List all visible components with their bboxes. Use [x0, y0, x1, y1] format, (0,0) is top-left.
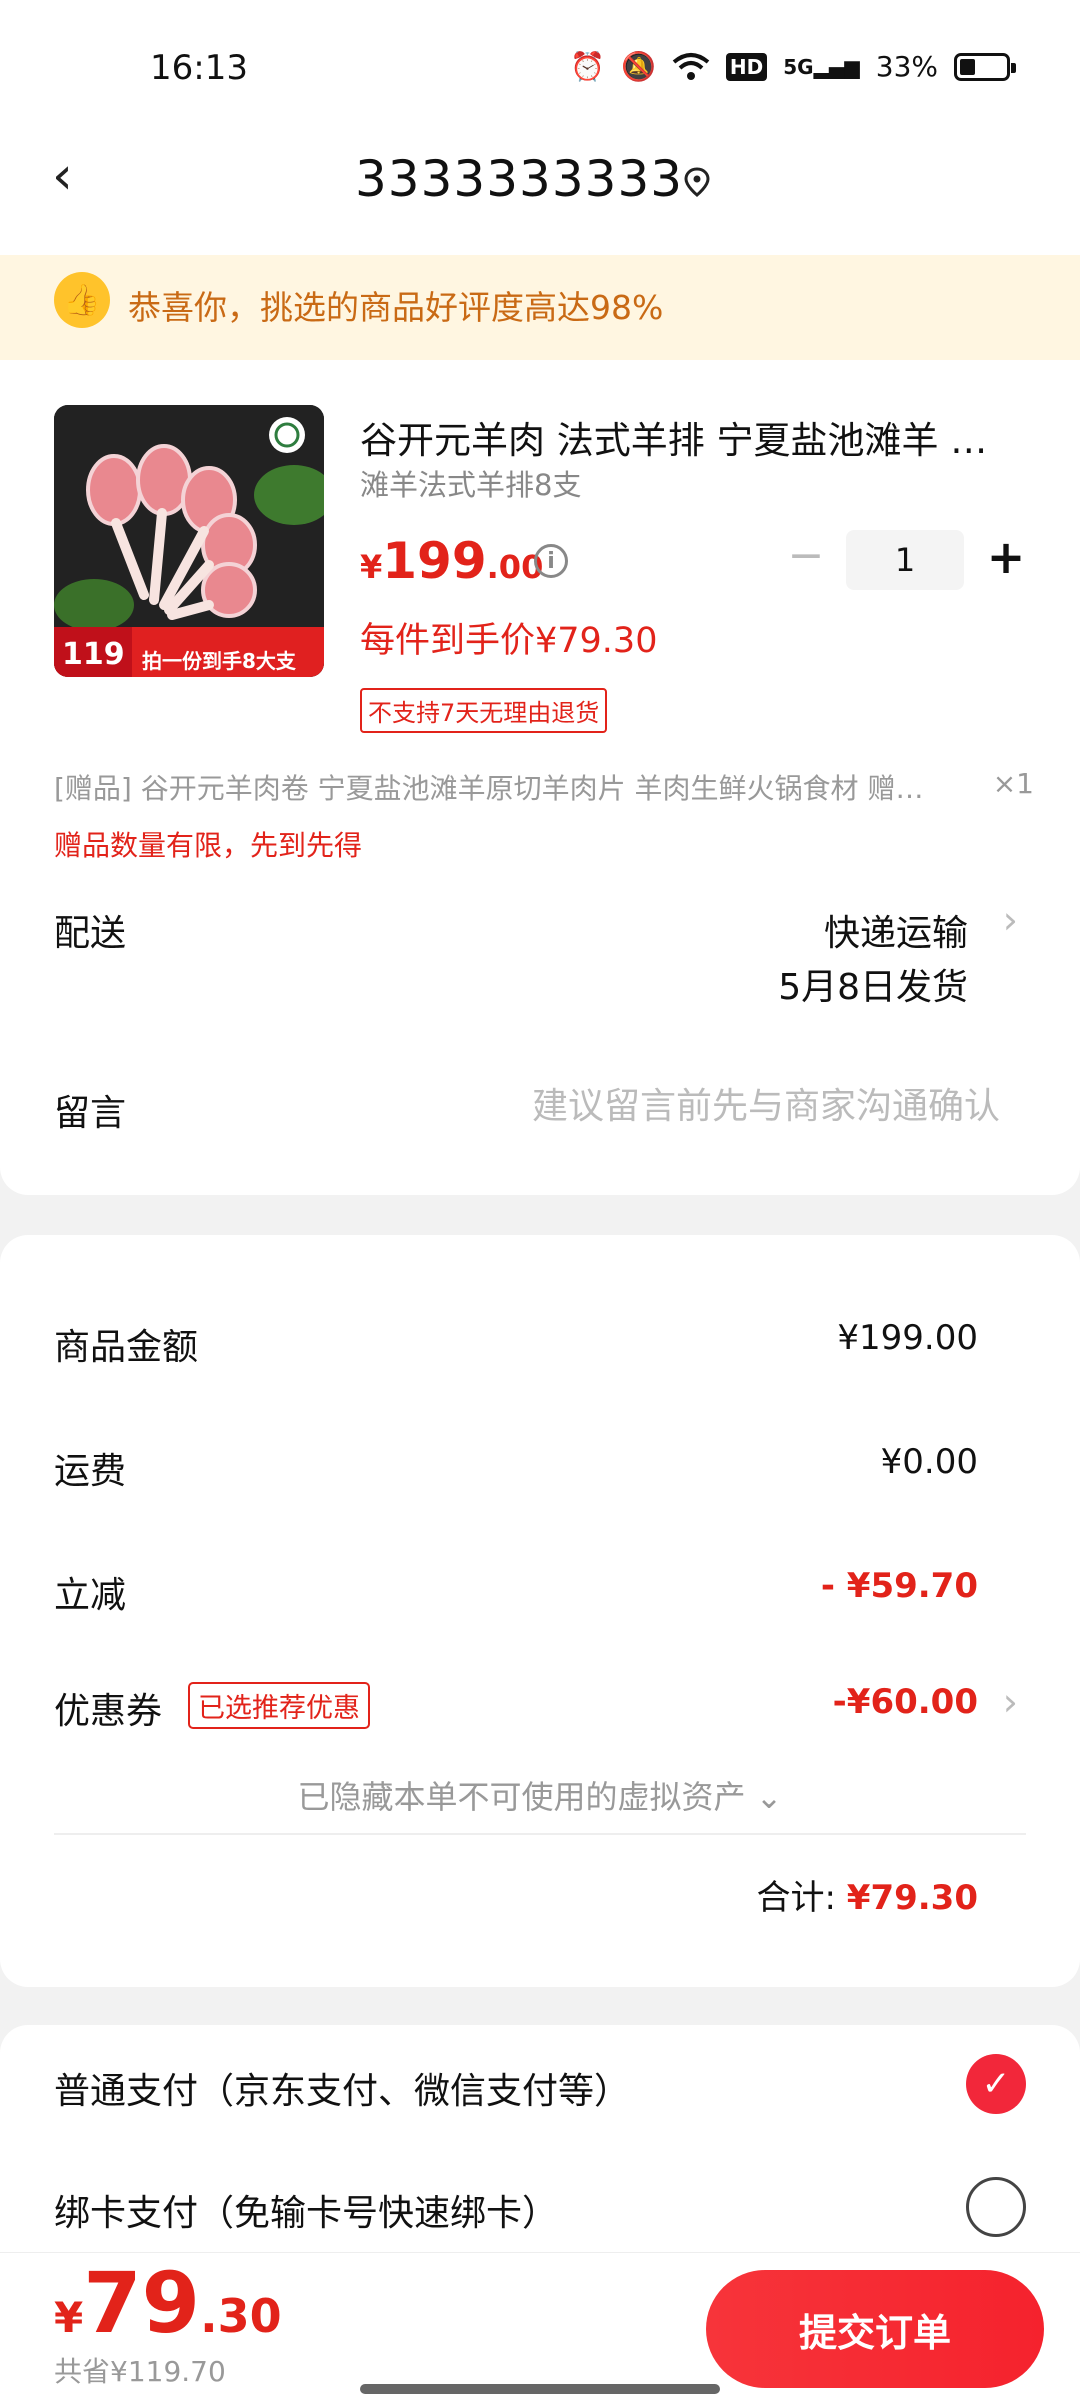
payment-option-normal[interactable]: 普通支付（京东支付、微信支付等）	[54, 2062, 630, 2114]
discount-label: 立减	[54, 1575, 127, 1616]
info-icon[interactable]: i	[534, 544, 568, 578]
payment-card-radio[interactable]	[966, 2177, 1026, 2237]
product-image[interactable]: 119 拍一份到手8大支	[54, 405, 324, 677]
coupon-label: 优惠券	[54, 1691, 163, 1732]
discount-value: - ¥59.70	[820, 1566, 978, 1606]
message-input[interactable]	[460, 1078, 1000, 1134]
home-indicator[interactable]	[360, 2384, 720, 2394]
return-policy-tag: 不支持7天无理由退货	[360, 688, 608, 733]
battery-icon	[954, 52, 1016, 81]
status-time: 16:13	[150, 48, 248, 88]
back-button[interactable]: ‹	[52, 150, 73, 202]
thumbs-up-icon: 👍	[54, 272, 110, 328]
payment-normal-radio[interactable]: ✓	[966, 2054, 1026, 2114]
product-spec: 滩羊法式羊排8支	[360, 468, 582, 502]
hd-icon: HD	[725, 52, 768, 81]
per-item-price: 每件到手价¥79.30	[360, 621, 658, 661]
delivery-label: 配送	[54, 913, 127, 954]
status-icons: ⏰ 🔕 HD 5G▂▄▆ 33%	[570, 50, 1016, 83]
product-price: ¥199.00	[360, 532, 544, 590]
quantity-input[interactable]: 1	[846, 530, 964, 590]
gift-row[interactable]: [赠品] 谷开元羊肉卷 宁夏盐池滩羊原切羊肉片 羊肉生鲜火锅食材 赠… ×1	[54, 767, 1034, 807]
image-badge-price: 119	[62, 637, 125, 672]
mute-icon: 🔕	[621, 50, 656, 83]
wifi-icon	[672, 52, 710, 80]
submit-order-button[interactable]: 提交订单	[706, 2270, 1044, 2388]
banner-text: 恭喜你，挑选的商品好评度高达98%	[128, 288, 664, 327]
message-label: 留言	[54, 1093, 127, 1134]
quantity-decrease-button[interactable]: −	[786, 534, 826, 578]
coupon-tag: 已选推荐优惠	[188, 1682, 370, 1729]
signal-icon: 5G▂▄▆	[783, 54, 860, 79]
battery-text: 33%	[875, 50, 938, 83]
location-icon[interactable]	[682, 167, 712, 197]
gift-qty: ×1	[992, 767, 1034, 800]
shipping-value: ¥0.00	[880, 1442, 978, 1482]
goods-amount-label: 商品金额	[54, 1327, 199, 1368]
alarm-icon: ⏰	[570, 50, 606, 83]
quantity-increase-button[interactable]: +	[984, 532, 1028, 582]
image-badge-text: 拍一份到手8大支	[142, 649, 296, 673]
page-title: 3333333333	[355, 150, 684, 208]
gift-text: [赠品] 谷开元羊肉卷 宁夏盐池滩羊原切羊肉片 羊肉生鲜火锅食材 赠…	[54, 772, 924, 805]
chevron-right-icon[interactable]: ›	[1003, 898, 1018, 942]
hidden-assets-toggle[interactable]: 已隐藏本单不可使用的虚拟资产 ⌄	[0, 1772, 1080, 1818]
delivery-date: 5月8日发货	[778, 967, 968, 1008]
shipping-label: 运费	[54, 1451, 127, 1492]
saved-amount: 共省¥119.70	[54, 2355, 226, 2388]
bottom-total-price: ¥79.30	[54, 2254, 282, 2352]
gift-limit-note: 赠品数量有限，先到先得	[54, 829, 363, 862]
chevron-right-icon[interactable]: ›	[1003, 1680, 1018, 1724]
payment-option-card[interactable]: 绑卡支付（免输卡号快速绑卡）	[54, 2184, 558, 2236]
divider	[54, 1833, 1026, 1835]
coupon-value[interactable]: -¥60.00	[833, 1682, 978, 1722]
product-title[interactable]: 谷开元羊肉 法式羊排 宁夏盐池滩羊 …	[360, 410, 1020, 464]
delivery-method[interactable]: 快递运输	[824, 904, 968, 956]
goods-amount-value: ¥199.00	[837, 1318, 978, 1358]
total-row: 合计: ¥79.30	[756, 1878, 978, 1918]
